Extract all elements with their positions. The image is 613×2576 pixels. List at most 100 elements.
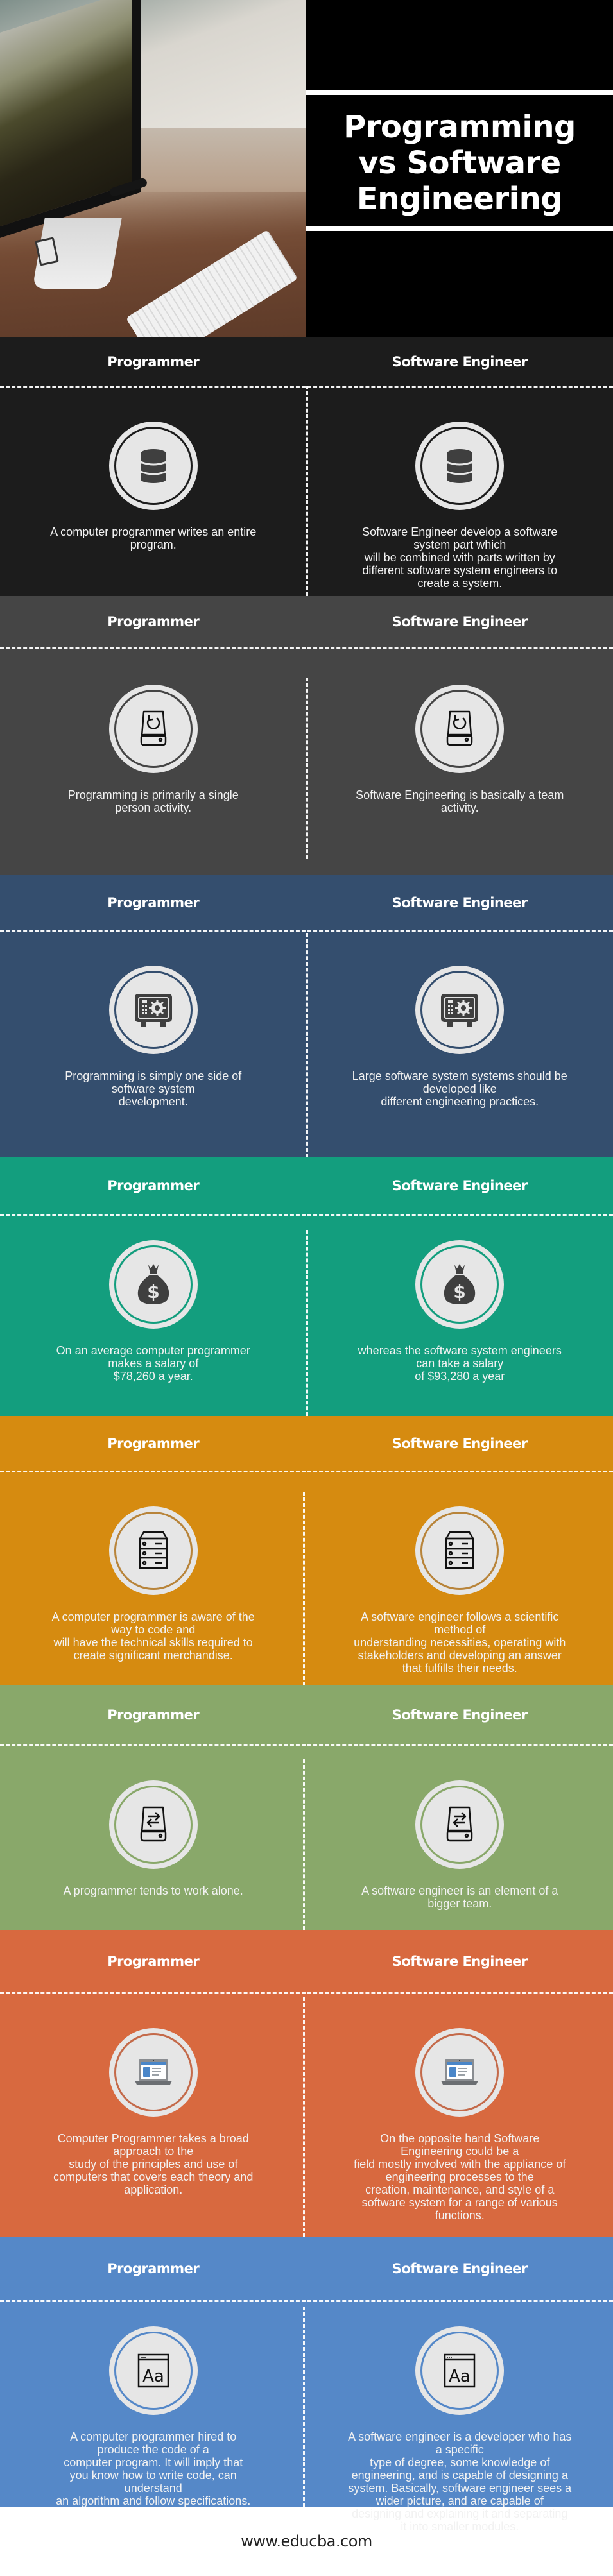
programmer-cell: Aa A computer programmer hired to produc…: [0, 2329, 307, 2533]
software-engineer-description: A software engineer follows a scientific…: [354, 1610, 566, 1675]
comparison-section-8: Programmer Software Engineer Aa A comput…: [0, 2237, 613, 2533]
font-window-icon: Aa: [418, 2329, 502, 2412]
money-bag-icon: $: [111, 1243, 195, 1326]
software-engineer-cell: Large software system systems should be …: [307, 968, 613, 1108]
database-icon: [111, 424, 195, 508]
software-engineer-description: Large software system systems should be …: [352, 1070, 567, 1108]
money-bag-icon: $: [418, 1243, 502, 1326]
software-engineer-cell: Software Engineering is basically a team…: [307, 687, 613, 814]
programmer-cell: Computer Programmer takes a broad approa…: [0, 2031, 307, 2222]
software-engineer-description: whereas the software system engineers ca…: [358, 1344, 562, 1383]
column-title-programmer: Programmer: [107, 1178, 200, 1193]
column-title-software-engineer: Software Engineer: [392, 1953, 528, 1969]
programmer-description: Programming is simply one side of softwa…: [65, 1070, 242, 1108]
software-engineer-description: A software engineer is an element of a b…: [361, 1884, 558, 1910]
server-icon: [111, 1509, 195, 1592]
comparison-section-3: Programmer Software Engineer Programming…: [0, 875, 613, 1157]
comparison-sections: Programmer Software Engineer A computer …: [0, 337, 613, 2533]
programmer-cell: $ On an average computer programmer make…: [0, 1243, 307, 1383]
section-body: A programmer tends to work alone. A soft…: [0, 1744, 613, 1910]
software-engineer-description: Software Engineer develop a software sys…: [362, 525, 558, 590]
section-body: A computer programmer is aware of the wa…: [0, 1471, 613, 1675]
programmer-cell: Programming is simply one side of softwa…: [0, 968, 307, 1108]
programmer-cell: Programming is primarily a single person…: [0, 687, 307, 814]
column-title-software-engineer: Software Engineer: [392, 2261, 528, 2276]
column-title-programmer: Programmer: [107, 894, 200, 910]
title-line-2: vs Software: [358, 145, 561, 181]
section-header: Programmer Software Engineer: [0, 1157, 613, 1214]
software-engineer-cell: A software engineer is an element of a b…: [307, 1783, 613, 1910]
column-title-programmer: Programmer: [107, 1953, 200, 1969]
programmer-cell: A computer programmer is aware of the wa…: [0, 1509, 307, 1675]
section-header: Programmer Software Engineer: [0, 1930, 613, 1992]
section-header: Programmer Software Engineer: [0, 875, 613, 930]
software-engineer-description: A software engineer is a developer who h…: [348, 2430, 572, 2533]
programmer-description: Computer Programmer takes a broad approa…: [53, 2132, 254, 2196]
programmer-cell: A computer programmer writes an entire p…: [0, 424, 307, 590]
column-title-software-engineer: Software Engineer: [392, 894, 528, 910]
programmer-description: A computer programmer writes an entire p…: [50, 525, 257, 551]
column-title-programmer: Programmer: [107, 354, 200, 370]
laptop-icon: [111, 2031, 195, 2114]
safe-icon: [111, 968, 195, 1052]
svg-text:$: $: [454, 1281, 466, 1302]
software-engineer-cell: Software Engineer develop a software sys…: [307, 424, 613, 590]
comparison-section-5: Programmer Software Engineer A computer …: [0, 1416, 613, 1685]
comparison-section-7: Programmer Software Engineer Computer Pr…: [0, 1930, 613, 2237]
site-url[interactable]: www.educba.com: [241, 2532, 372, 2550]
programmer-description: Programming is primarily a single person…: [67, 789, 239, 814]
column-title-software-engineer: Software Engineer: [392, 1707, 528, 1723]
hero-rule-top: [306, 90, 613, 95]
section-body: Programming is primarily a single person…: [0, 647, 613, 814]
hero-photo-computer-desk: [0, 0, 306, 337]
title-line-3: Engineering: [356, 181, 563, 217]
programmer-description: A computer programmer is aware of the wa…: [51, 1610, 255, 1662]
column-title-programmer: Programmer: [107, 1707, 200, 1723]
svg-text:$: $: [147, 1281, 159, 1302]
page-title: Programming vs Software Engineering: [306, 109, 613, 217]
database-icon: [418, 424, 502, 508]
svg-text:Aa: Aa: [449, 2367, 471, 2386]
comparison-section-1: Programmer Software Engineer A computer …: [0, 337, 613, 596]
drive-transfer-icon: [418, 1783, 502, 1866]
column-title-programmer: Programmer: [107, 2261, 200, 2276]
programmer-cell: A programmer tends to work alone.: [0, 1783, 307, 1910]
drive-transfer-icon: [111, 1783, 195, 1866]
hero-banner: Programming vs Software Engineering: [0, 0, 613, 337]
svg-text:Aa: Aa: [142, 2367, 164, 2386]
section-body: Aa A computer programmer hired to produc…: [0, 2300, 613, 2533]
software-engineer-description: On the opposite hand Software Engineerin…: [354, 2132, 566, 2222]
section-header: Programmer Software Engineer: [0, 1685, 613, 1744]
safe-icon: [418, 968, 502, 1052]
laptop-icon: [418, 2031, 502, 2114]
section-header: Programmer Software Engineer: [0, 2237, 613, 2300]
programmer-description: A programmer tends to work alone.: [63, 1884, 243, 1897]
software-engineer-cell: A software engineer follows a scientific…: [307, 1509, 613, 1675]
column-title-programmer: Programmer: [107, 1435, 200, 1451]
column-title-software-engineer: Software Engineer: [392, 614, 528, 629]
software-engineer-cell: Aa A software engineer is a developer wh…: [307, 2329, 613, 2533]
hero-rule-bottom: [306, 226, 613, 231]
section-header: Programmer Software Engineer: [0, 337, 613, 386]
programmer-description: A computer programmer hired to produce t…: [56, 2430, 251, 2507]
comparison-section-6: Programmer Software Engineer A programme…: [0, 1685, 613, 1930]
section-body: A computer programmer writes an entire p…: [0, 386, 613, 590]
section-header: Programmer Software Engineer: [0, 596, 613, 647]
title-line-1: Programming: [343, 109, 576, 145]
server-icon: [418, 1509, 502, 1592]
programmer-description: On an average computer programmer makes …: [56, 1344, 250, 1383]
software-engineer-cell: On the opposite hand Software Engineerin…: [307, 2031, 613, 2222]
section-body: Programming is simply one side of softwa…: [0, 930, 613, 1108]
section-header: Programmer Software Engineer: [0, 1416, 613, 1471]
comparison-section-2: Programmer Software Engineer Programming…: [0, 596, 613, 875]
drive-sync-icon: [418, 687, 502, 771]
software-engineer-description: Software Engineering is basically a team…: [356, 789, 564, 814]
column-title-software-engineer: Software Engineer: [392, 354, 528, 370]
column-title-programmer: Programmer: [107, 614, 200, 629]
font-window-icon: Aa: [111, 2329, 195, 2412]
column-title-software-engineer: Software Engineer: [392, 1178, 528, 1193]
section-body: Computer Programmer takes a broad approa…: [0, 1992, 613, 2222]
comparison-section-4: Programmer Software Engineer $ On an ave…: [0, 1157, 613, 1416]
software-engineer-cell: $ whereas the software system engineers …: [307, 1243, 613, 1383]
drive-sync-icon: [111, 687, 195, 771]
